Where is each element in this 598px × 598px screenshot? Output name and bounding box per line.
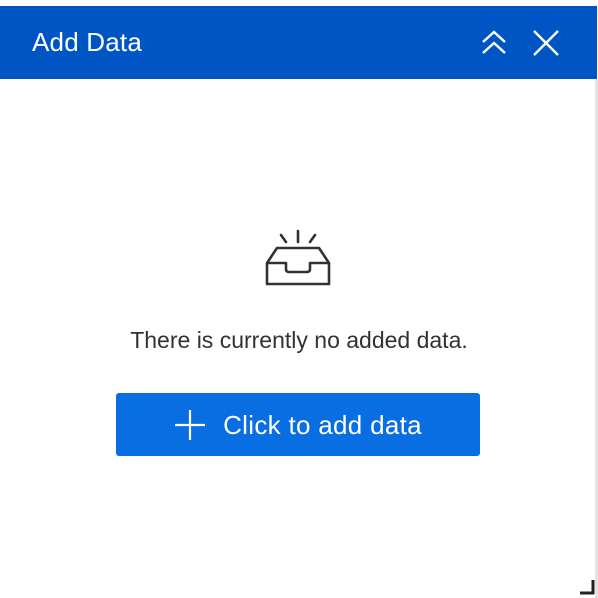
panel-title: Add Data xyxy=(32,27,143,57)
empty-state: There is currently no added data. Click … xyxy=(0,79,595,598)
add-data-panel: Add Data There is currently no added dat… xyxy=(0,0,598,598)
resize-handle[interactable] xyxy=(578,578,596,596)
plus-icon xyxy=(174,409,206,441)
double-chevron-up-icon xyxy=(482,30,506,54)
collapse-button[interactable] xyxy=(477,26,511,60)
add-data-button-label: Click to add data xyxy=(223,409,422,440)
inbox-icon xyxy=(265,229,331,286)
panel-header: Add Data xyxy=(0,6,597,79)
empty-message: There is currently no added data. xyxy=(130,327,468,353)
close-button[interactable] xyxy=(529,26,563,60)
close-icon xyxy=(533,30,559,56)
add-data-button[interactable]: Click to add data xyxy=(116,393,480,456)
